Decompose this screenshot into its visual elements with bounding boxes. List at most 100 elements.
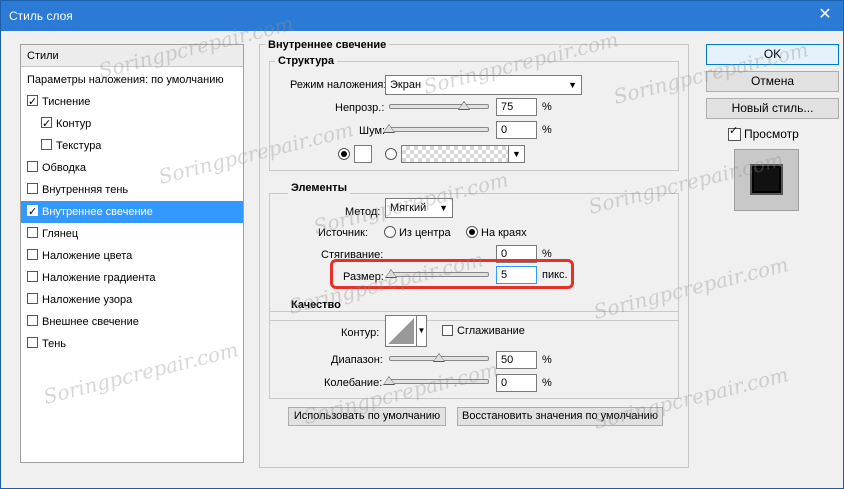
- style-item-bevel[interactable]: Тиснение: [21, 91, 243, 113]
- size-field[interactable]: 5: [496, 266, 537, 284]
- style-item-texture[interactable]: Текстура: [21, 135, 243, 157]
- noise-unit: %: [542, 124, 552, 136]
- size-unit: пикс.: [542, 269, 568, 281]
- noise-field[interactable]: 0: [496, 121, 537, 139]
- source-edge-radio[interactable]: [466, 226, 478, 238]
- quality-title: Качество: [288, 299, 344, 311]
- size-slider[interactable]: [389, 272, 489, 277]
- contour-preview-icon: [388, 318, 414, 344]
- jitter-slider[interactable]: [389, 379, 489, 384]
- noise-slider-handle[interactable]: [383, 124, 395, 133]
- method-select[interactable]: Мягкий ▼: [385, 198, 453, 218]
- style-item-label: Внешнее свечение: [42, 316, 139, 328]
- gradient-picker[interactable]: ▼: [401, 145, 525, 163]
- style-item-label: Контур: [56, 118, 92, 130]
- checkbox-stroke[interactable]: [27, 161, 38, 172]
- make-default-button[interactable]: Использовать по умолчанию: [288, 407, 446, 426]
- layer-style-dialog: Стиль слоя ✕ Стили Параметры наложения: …: [0, 0, 844, 489]
- checkbox-inner-shadow[interactable]: [27, 183, 38, 194]
- style-item-stroke[interactable]: Обводка: [21, 157, 243, 179]
- color-swatch[interactable]: [354, 145, 372, 163]
- range-field[interactable]: 50: [496, 351, 537, 369]
- color-radio[interactable]: [338, 148, 350, 160]
- antialias-label[interactable]: Сглаживание: [457, 325, 525, 337]
- style-item-label: Внутреннее свечение: [42, 206, 153, 218]
- chevron-down-icon[interactable]: ▼: [416, 316, 426, 346]
- checkbox-inner-glow[interactable]: [27, 201, 38, 223]
- source-center-radio[interactable]: [384, 226, 396, 238]
- blend-mode-label: Режим наложения:: [290, 79, 387, 91]
- gradient-radio[interactable]: [385, 148, 397, 160]
- checkbox-pattern-overlay[interactable]: [27, 293, 38, 304]
- style-item-inner-shadow[interactable]: Внутренняя тень: [21, 179, 243, 201]
- range-unit: %: [542, 354, 552, 366]
- style-item-label: Обводка: [42, 162, 87, 174]
- style-item-contour[interactable]: Контур: [21, 113, 243, 135]
- blending-options-item[interactable]: Параметры наложения: по умолчанию: [21, 69, 243, 91]
- jitter-unit: %: [542, 377, 552, 389]
- opacity-slider-handle[interactable]: [458, 101, 470, 110]
- style-item-gradient-overlay[interactable]: Наложение градиента: [21, 267, 243, 289]
- opacity-slider[interactable]: [389, 104, 489, 109]
- style-item-label: Текстура: [56, 140, 102, 152]
- blend-mode-value: Экран: [390, 79, 422, 91]
- style-item-label: Наложение цвета: [42, 250, 133, 262]
- source-center-label[interactable]: Из центра: [399, 227, 451, 239]
- style-item-satin[interactable]: Глянец: [21, 223, 243, 245]
- style-preview: [734, 149, 799, 211]
- chevron-down-icon[interactable]: ▼: [508, 146, 524, 162]
- blend-mode-select[interactable]: Экран ▼: [385, 75, 582, 95]
- chevron-down-icon: ▼: [439, 203, 448, 213]
- contour-label: Контур:: [341, 327, 380, 339]
- checkbox-gradient-overlay[interactable]: [27, 271, 38, 282]
- size-label: Размер:: [343, 271, 384, 283]
- noise-slider[interactable]: [389, 127, 489, 132]
- styles-header[interactable]: Стили: [21, 45, 243, 67]
- antialias-checkbox[interactable]: [442, 325, 453, 336]
- structure-title: Структура: [275, 55, 337, 67]
- jitter-field[interactable]: 0: [496, 374, 537, 392]
- style-item-label: Наложение градиента: [42, 272, 156, 284]
- checkbox-satin[interactable]: [27, 227, 38, 238]
- checkbox-color-overlay[interactable]: [27, 249, 38, 260]
- source-edge-label[interactable]: На краях: [481, 227, 527, 239]
- checkbox-contour[interactable]: [41, 113, 52, 135]
- checkbox-texture[interactable]: [41, 139, 52, 150]
- jitter-label: Колебание:: [324, 377, 383, 389]
- range-slider-handle[interactable]: [433, 353, 445, 362]
- ok-button[interactable]: OK: [706, 44, 839, 65]
- reset-default-button[interactable]: Восстановить значения по умолчанию: [457, 407, 663, 426]
- jitter-slider-handle[interactable]: [383, 376, 395, 385]
- method-value: Мягкий: [390, 202, 427, 214]
- dialog-body: Стили Параметры наложения: по умолчанию …: [1, 11, 843, 488]
- title-bar[interactable]: Стиль слоя ✕: [1, 1, 843, 31]
- style-item-inner-glow[interactable]: Внутреннее свечение: [21, 201, 243, 223]
- style-item-color-overlay[interactable]: Наложение цвета: [21, 245, 243, 267]
- checkbox-outer-glow[interactable]: [27, 315, 38, 326]
- noise-label: Шум:: [359, 125, 386, 137]
- opacity-label: Непрозр.:: [335, 102, 385, 114]
- preview-label[interactable]: Просмотр: [744, 127, 799, 141]
- window-title: Стиль слоя: [9, 9, 73, 23]
- cancel-button[interactable]: Отмена: [706, 71, 839, 92]
- method-label: Метод:: [345, 206, 381, 218]
- size-slider-handle[interactable]: [385, 269, 397, 278]
- new-style-button[interactable]: Новый стиль...: [706, 98, 839, 119]
- opacity-field[interactable]: 75: [496, 98, 537, 116]
- style-item-label: Тень: [42, 338, 67, 350]
- preview-swatch: [750, 164, 783, 195]
- checkbox-bevel[interactable]: [27, 91, 38, 113]
- opacity-unit: %: [542, 101, 552, 113]
- checkbox-drop-shadow[interactable]: [27, 337, 38, 348]
- style-item-pattern-overlay[interactable]: Наложение узора: [21, 289, 243, 311]
- source-label: Источник:: [318, 227, 369, 239]
- preview-checkbox[interactable]: [728, 124, 741, 141]
- style-item-label: Внутренняя тень: [42, 184, 129, 196]
- close-icon[interactable]: ✕: [815, 5, 835, 25]
- style-item-drop-shadow[interactable]: Тень: [21, 333, 243, 355]
- styles-list: Стили Параметры наложения: по умолчанию …: [20, 44, 244, 463]
- style-item-outer-glow[interactable]: Внешнее свечение: [21, 311, 243, 333]
- contour-picker[interactable]: ▼: [385, 315, 427, 347]
- panel-title: Внутреннее свечение: [265, 39, 390, 51]
- range-label: Диапазон:: [331, 354, 383, 366]
